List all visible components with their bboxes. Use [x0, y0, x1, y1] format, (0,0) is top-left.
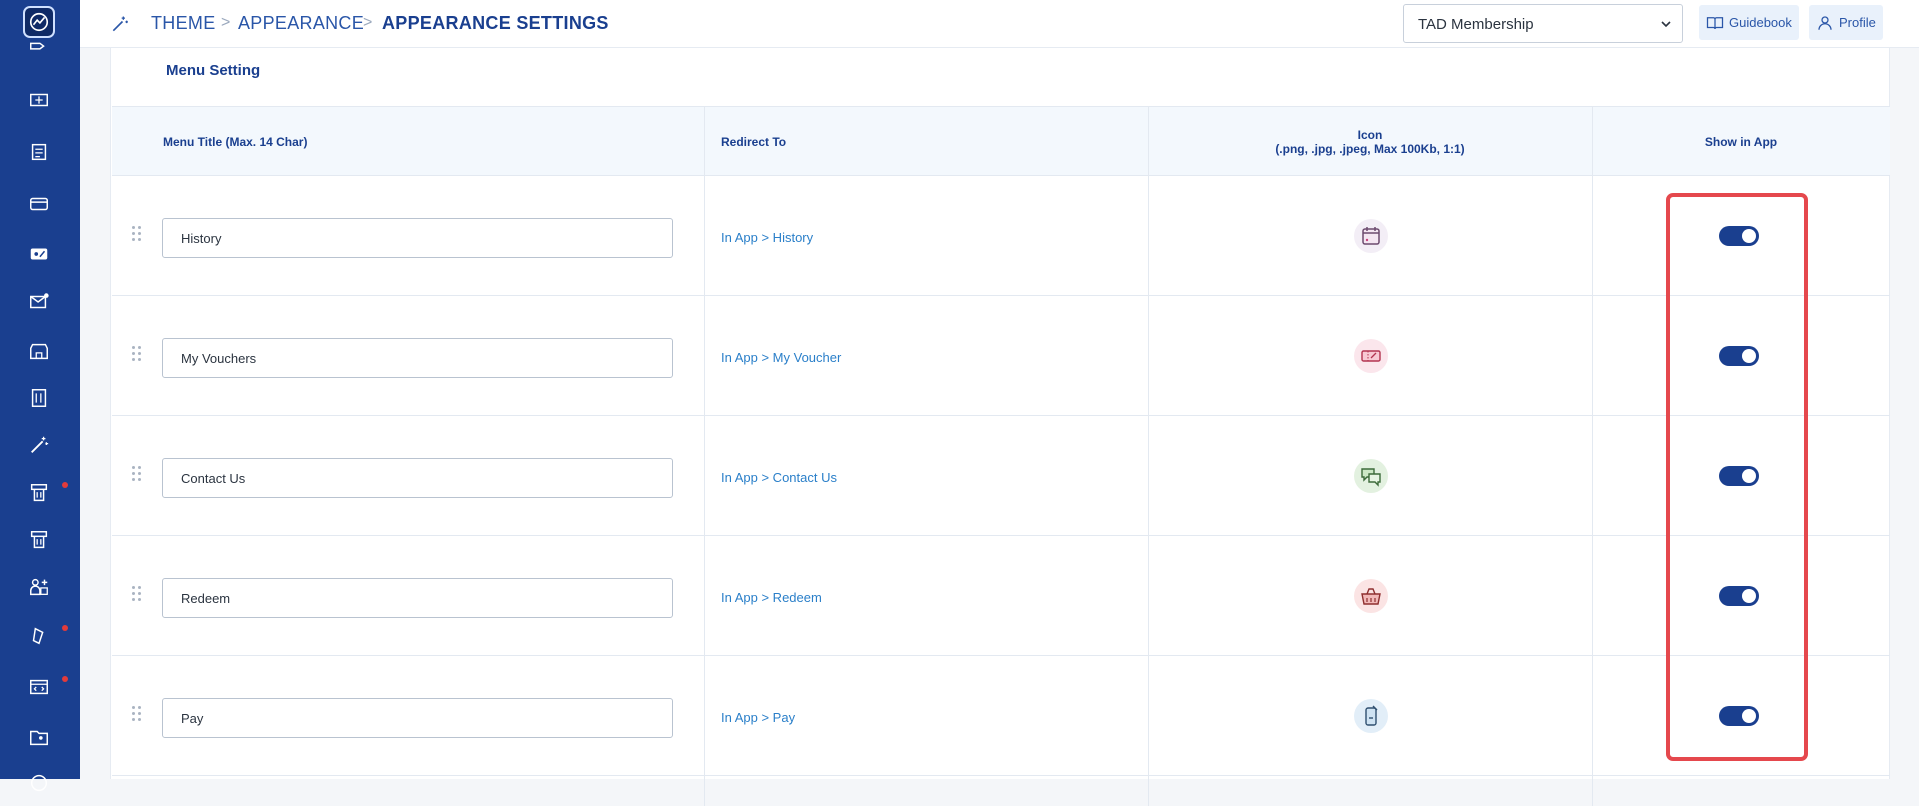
menu-title-input[interactable] [162, 458, 673, 498]
header-icon-label: Icon [1357, 128, 1383, 142]
menu-title-input[interactable] [162, 698, 673, 738]
sidebar-mail-icon[interactable] [26, 289, 52, 315]
show-in-app-toggle[interactable] [1719, 586, 1759, 606]
header-redirect-to: Redirect To [721, 135, 787, 149]
sidebar-hand-icon[interactable] [26, 34, 52, 60]
user-icon [1818, 15, 1832, 30]
header-icon: Icon (.png, .jpg, .jpeg, Max 100Kb, 1:1) [1148, 107, 1592, 177]
drag-handle-icon[interactable] [132, 226, 144, 244]
sidebar-document-icon[interactable] [26, 139, 52, 165]
table-header: Menu Title (Max. 14 Char) Redirect To Ic… [112, 106, 1890, 176]
header-icon-hint: (.png, .jpg, .jpeg, Max 100Kb, 1:1) [1275, 142, 1465, 156]
sidebar-restaurant-icon[interactable] [26, 385, 52, 411]
show-in-app-toggle[interactable] [1719, 346, 1759, 366]
table-row: In App > Redeem [112, 536, 1890, 656]
chart-logo-icon [29, 12, 49, 32]
membership-select-value: TAD Membership [1418, 16, 1534, 33]
magic-wand-icon [112, 16, 128, 32]
drag-handle-icon[interactable] [132, 706, 144, 724]
show-in-app-toggle[interactable] [1719, 466, 1759, 486]
menu-title-input[interactable] [162, 578, 673, 618]
column-divider [1148, 106, 1149, 806]
drag-handle-icon[interactable] [132, 466, 144, 484]
breadcrumb-theme[interactable]: THEME [151, 13, 216, 34]
chat-bubbles-icon[interactable] [1354, 459, 1388, 493]
redirect-link[interactable]: In App > Redeem [721, 590, 822, 605]
table-row: In App > History [112, 176, 1890, 296]
notification-dot [62, 676, 68, 682]
voucher-icon[interactable] [1354, 339, 1388, 373]
guidebook-button[interactable]: Guidebook [1699, 5, 1799, 40]
redirect-link[interactable]: In App > My Voucher [721, 350, 841, 365]
profile-label: Profile [1839, 15, 1876, 30]
sidebar-folder-user-icon[interactable] [26, 724, 52, 750]
header-menu-title: Menu Title (Max. 14 Char) [163, 135, 308, 149]
breadcrumb-separator: > [221, 14, 231, 31]
sidebar-card-icon[interactable] [26, 191, 52, 217]
show-in-app-toggle[interactable] [1719, 706, 1759, 726]
sidebar-kiosk-2-icon[interactable] [26, 527, 52, 553]
table-row: In App > Pay [112, 656, 1890, 776]
calendar-icon[interactable] [1354, 219, 1388, 253]
menu-title-input[interactable] [162, 218, 673, 258]
sidebar-kiosk-icon[interactable] [26, 480, 52, 506]
guidebook-label: Guidebook [1729, 15, 1792, 30]
breadcrumb-appearance-settings: APPEARANCE SETTINGS [382, 13, 609, 33]
table-row: In App > My Voucher [112, 296, 1890, 416]
show-in-app-toggle[interactable] [1719, 226, 1759, 246]
drag-handle-icon[interactable] [132, 346, 144, 364]
book-icon [1706, 16, 1724, 29]
column-divider [704, 106, 705, 806]
redirect-link[interactable]: In App > History [721, 230, 813, 245]
sidebar-magic-wand-icon[interactable] [26, 432, 52, 458]
notification-dot [62, 482, 68, 488]
sidebar-discount-icon[interactable] [26, 241, 52, 267]
sidebar-tag-icon[interactable] [26, 623, 52, 649]
sidebar-more-icon[interactable] [26, 770, 52, 796]
membership-select[interactable]: TAD Membership [1403, 4, 1683, 43]
card-title: Menu Setting [166, 62, 261, 79]
column-divider [1592, 106, 1593, 806]
table-row: In App > Contact Us [112, 416, 1890, 536]
sidebar-store-icon[interactable] [26, 338, 52, 364]
sidebar-code-window-icon[interactable] [26, 674, 52, 700]
menu-setting-card: Menu Setting Menu Title (Max. 14 Char) R… [110, 48, 1890, 806]
drag-handle-icon[interactable] [132, 586, 144, 604]
header-show-in-app: Show in App [1704, 135, 1778, 149]
top-bar: THEME > APPEARANCE > APPEARANCE SETTINGS… [80, 0, 1919, 48]
profile-button[interactable]: Profile [1809, 5, 1883, 40]
notification-dot [62, 625, 68, 631]
breadcrumb-appearance[interactable]: APPEARANCE [238, 13, 364, 34]
sidebar-user-add-icon[interactable] [26, 574, 52, 600]
sidebar [0, 0, 80, 792]
redirect-link[interactable]: In App > Pay [721, 710, 795, 725]
basket-icon[interactable] [1354, 579, 1388, 613]
breadcrumb-separator: > [363, 14, 373, 31]
sidebar-ticket-icon[interactable] [26, 87, 52, 113]
chevron-down-icon [1661, 21, 1671, 28]
menu-title-input[interactable] [162, 338, 673, 378]
redirect-link[interactable]: In App > Contact Us [721, 470, 837, 485]
menu-table: Menu Title (Max. 14 Char) Redirect To Ic… [112, 106, 1890, 806]
phone-pay-icon[interactable] [1354, 699, 1388, 733]
